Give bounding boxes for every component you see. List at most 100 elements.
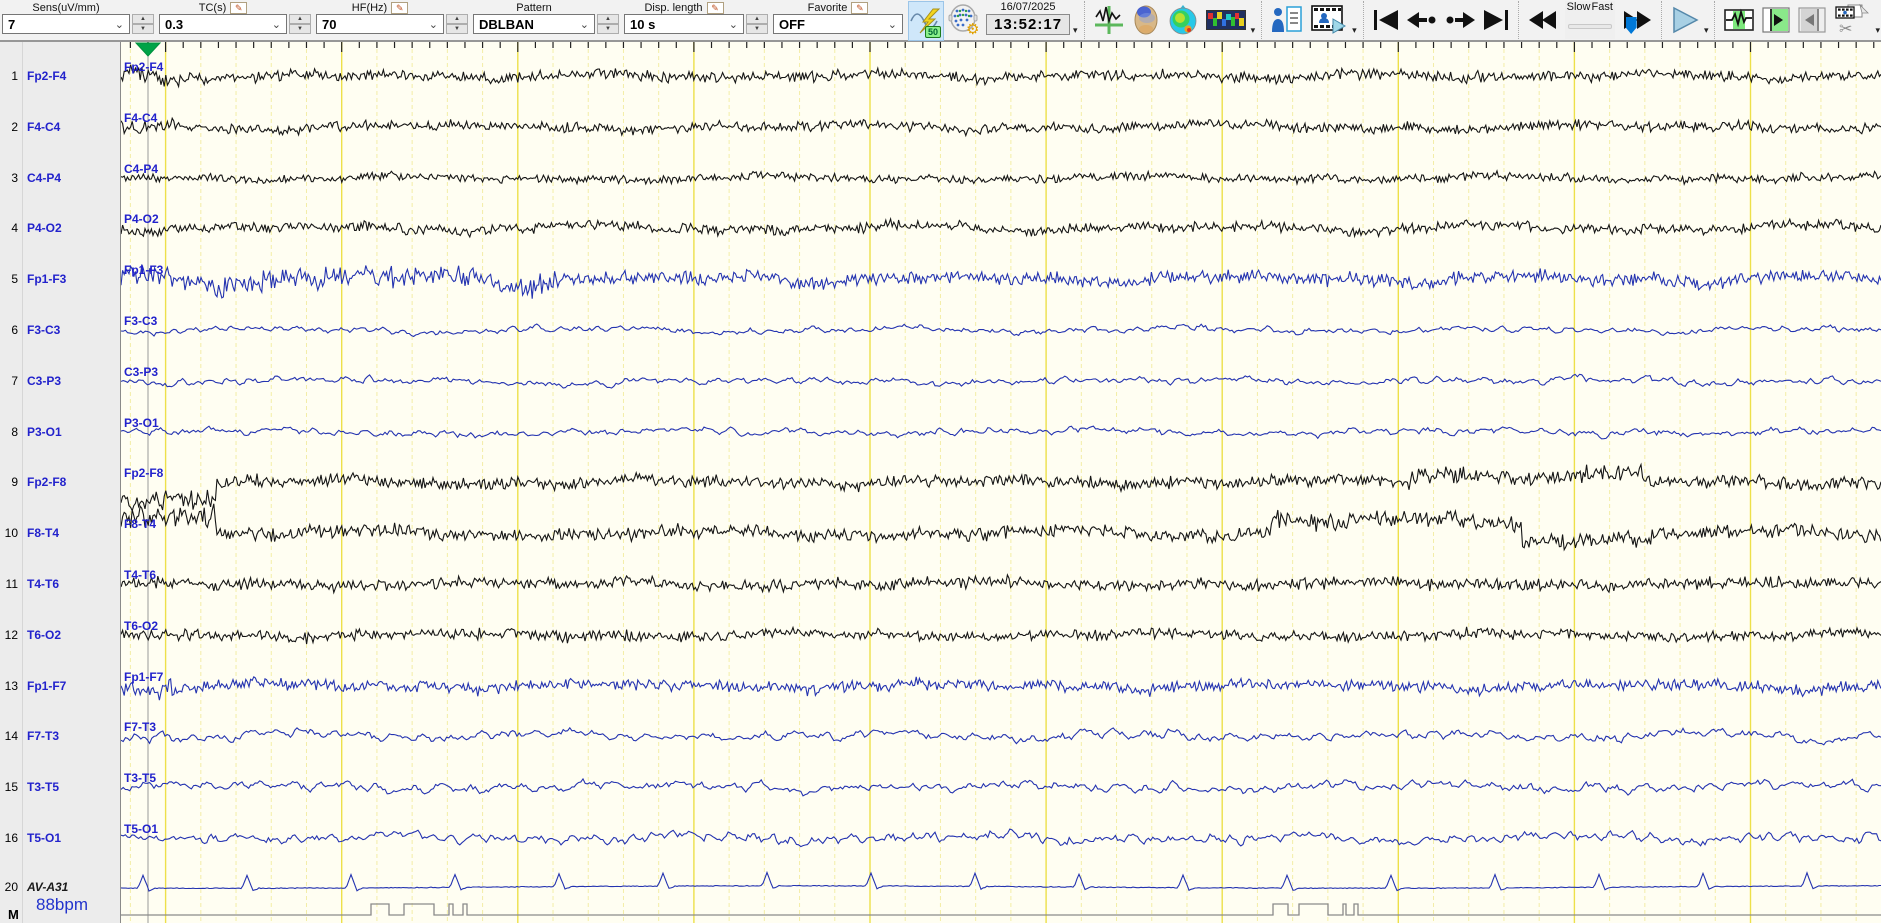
channel-number: 12 bbox=[4, 628, 18, 642]
favorite-edit-pencil-icon[interactable]: ✎ bbox=[851, 1, 869, 14]
page-back-icon bbox=[1406, 12, 1436, 28]
channel-row-AV-A31[interactable]: 20 AV-A31 bbox=[0, 879, 120, 895]
time-cursor-marker bbox=[134, 42, 162, 57]
time-dropdown-arrow[interactable]: ▾ bbox=[1073, 25, 1078, 36]
hf-spin-up[interactable]: ▲ bbox=[446, 14, 468, 24]
video-button[interactable] bbox=[1309, 1, 1349, 39]
sensitivity-spin-up[interactable]: ▲ bbox=[132, 14, 154, 24]
gear-icon: ⚙ bbox=[966, 21, 979, 37]
channel-number: 2 bbox=[11, 120, 18, 134]
play-button[interactable] bbox=[1667, 1, 1703, 39]
display-length-dropdown[interactable]: 10 s ⌄ bbox=[624, 14, 744, 34]
hf-dropdown[interactable]: 70 ⌄ bbox=[316, 14, 444, 34]
electrode-settings-button[interactable]: ⚙ bbox=[946, 1, 982, 39]
sensitivity-dropdown[interactable]: 7 ⌄ bbox=[2, 14, 130, 34]
review-backward-button[interactable] bbox=[1796, 1, 1828, 39]
channel-row-C3-P3[interactable]: 7 C3-P3 bbox=[0, 373, 120, 389]
notch-filter-button[interactable]: 50 bbox=[908, 1, 944, 41]
speed-slider[interactable] bbox=[1565, 15, 1637, 37]
channel-row-F4-C4[interactable]: 2 F4-C4 bbox=[0, 119, 120, 135]
view-dropdown-arrow[interactable]: ▾ bbox=[1251, 25, 1256, 36]
date-text: 16/07/2025 bbox=[1000, 1, 1056, 13]
channel-row-C4-P4[interactable]: 3 C4-P4 bbox=[0, 170, 120, 186]
clip-dropdown-arrow[interactable]: ▾ bbox=[1875, 25, 1880, 36]
channel-row-T4-T6[interactable]: 11 T4-T6 bbox=[0, 576, 120, 592]
review-forward-button[interactable] bbox=[1760, 1, 1792, 39]
eeg-trace-area[interactable]: Fp2-F4 F4-C4 C4-P4 P4-O2 Fp1-F3 F3-C3 C3-P3 P3-… bbox=[120, 42, 1881, 923]
favorite-dropdown[interactable]: OFF ⌄ bbox=[773, 14, 903, 34]
live-monitor-button[interactable] bbox=[1722, 1, 1756, 39]
channel-row-T5-O1[interactable]: 16 T5-O1 bbox=[0, 830, 120, 846]
channel-label: T4-T6 bbox=[27, 577, 60, 591]
tc-spin-up[interactable]: ▲ bbox=[289, 14, 311, 24]
dsa-spectrogram-icon bbox=[1205, 10, 1246, 30]
toolbar: Sens(uV/mm) 7 ⌄ ▲ ▼ TC(s) ✎ 0.3 ⌄ ▲ ▼ HF… bbox=[0, 0, 1881, 42]
video-clip-button[interactable]: ✂ bbox=[1832, 1, 1872, 39]
eeg-trace-Fp1-F7 bbox=[121, 675, 1881, 701]
go-last-button[interactable] bbox=[1479, 1, 1513, 39]
channel-label: Fp2-F4 bbox=[27, 69, 67, 83]
pattern-spin-up[interactable]: ▲ bbox=[597, 14, 619, 24]
hf-spin-down[interactable]: ▼ bbox=[446, 24, 468, 34]
play-dropdown-arrow[interactable]: ▾ bbox=[1704, 25, 1709, 36]
tc-dropdown[interactable]: 0.3 ⌄ bbox=[159, 14, 287, 34]
speed-slider-group: Slow Fast bbox=[1564, 1, 1637, 39]
live-monitor-icon bbox=[1724, 8, 1755, 31]
video-dropdown-arrow[interactable]: ▾ bbox=[1352, 25, 1357, 36]
page-forward-icon bbox=[1446, 12, 1475, 28]
display-length-spin-down[interactable]: ▼ bbox=[746, 24, 768, 34]
channel-row-Fp1-F7[interactable]: 13 Fp1-F7 bbox=[0, 678, 120, 694]
pattern-dropdown[interactable]: DBLBAN ⌄ bbox=[473, 14, 595, 34]
dsa-spectrogram-button[interactable] bbox=[1204, 1, 1248, 39]
display-length-spin-up[interactable]: ▲ bbox=[746, 14, 768, 24]
chevron-down-icon: ⌄ bbox=[428, 18, 438, 31]
channel-row-F8-T4[interactable]: 10 F8-T4 bbox=[0, 525, 120, 541]
eeg-trace-Fp2-F4 bbox=[121, 64, 1881, 89]
channel-label: C3-P3 bbox=[27, 374, 62, 388]
channel-label: T6-O2 bbox=[27, 628, 62, 642]
channel-row-T6-O2[interactable]: 12 T6-O2 bbox=[0, 627, 120, 643]
go-first-button[interactable] bbox=[1369, 1, 1403, 39]
eeg-trace-Fp1-F3 bbox=[121, 264, 1881, 299]
channel-row-F7-T3[interactable]: 14 F7-T3 bbox=[0, 728, 120, 744]
channel-number: 20 bbox=[4, 880, 18, 894]
page-back-button[interactable] bbox=[1403, 1, 1441, 39]
channel-row-P4-O2[interactable]: 4 P4-O2 bbox=[0, 220, 120, 236]
go-first-icon bbox=[1373, 10, 1398, 30]
sensitivity-spin-down[interactable]: ▼ bbox=[132, 24, 154, 34]
channel-label: AV-A31 bbox=[27, 880, 69, 894]
display-length-edit-pencil-icon[interactable]: ✎ bbox=[706, 1, 724, 14]
eeg-trace-C4-P4 bbox=[121, 169, 1881, 187]
channel-row-Fp1-F3[interactable]: 5 Fp1-F3 bbox=[0, 271, 120, 287]
time-display[interactable]: 13:52:17 bbox=[986, 14, 1071, 35]
channel-label: Fp1-F3 bbox=[27, 272, 67, 286]
channel-label: P4-O2 bbox=[27, 221, 62, 235]
tc-edit-pencil-icon[interactable]: ✎ bbox=[230, 1, 248, 14]
chevron-down-icon: ⌄ bbox=[271, 18, 281, 31]
eeg-traces-canvas[interactable] bbox=[121, 42, 1881, 923]
tc-label: TC(s) bbox=[198, 1, 227, 14]
patient-info-button[interactable] bbox=[1269, 1, 1305, 39]
channel-row-T3-T5[interactable]: 15 T3-T5 bbox=[0, 779, 120, 795]
hf-edit-pencil-icon[interactable]: ✎ bbox=[391, 1, 409, 14]
channel-number: 10 bbox=[4, 526, 18, 540]
page-forward-button[interactable] bbox=[1441, 1, 1479, 39]
eeg-trace-Fp2-F8 bbox=[121, 462, 1881, 513]
topography-map-button[interactable] bbox=[1166, 1, 1200, 39]
tc-spin-down[interactable]: ▼ bbox=[289, 24, 311, 34]
channel-row-P3-O1[interactable]: 8 P3-O1 bbox=[0, 424, 120, 440]
display-length-group: Disp. length ✎ 10 s ⌄ ▲ ▼ bbox=[624, 1, 768, 34]
eeg-trace-F8-T4 bbox=[121, 503, 1881, 552]
pattern-spin-down[interactable]: ▼ bbox=[597, 24, 619, 34]
slower-icon bbox=[1528, 11, 1556, 29]
trace-view-button[interactable] bbox=[1092, 1, 1126, 39]
speed-faster-button[interactable] bbox=[1618, 1, 1656, 39]
channel-number: 13 bbox=[4, 679, 18, 693]
speed-slower-button[interactable] bbox=[1524, 1, 1562, 39]
channel-row-F3-C3[interactable]: 6 F3-C3 bbox=[0, 322, 120, 338]
channel-row-Fp2-F4[interactable]: 1 Fp2-F4 bbox=[0, 68, 120, 84]
channel-label: P3-O1 bbox=[27, 425, 62, 439]
head-3d-map-button[interactable] bbox=[1130, 1, 1162, 39]
channel-number: 15 bbox=[4, 780, 18, 794]
channel-row-Fp2-F8[interactable]: 9 Fp2-F8 bbox=[0, 474, 120, 490]
